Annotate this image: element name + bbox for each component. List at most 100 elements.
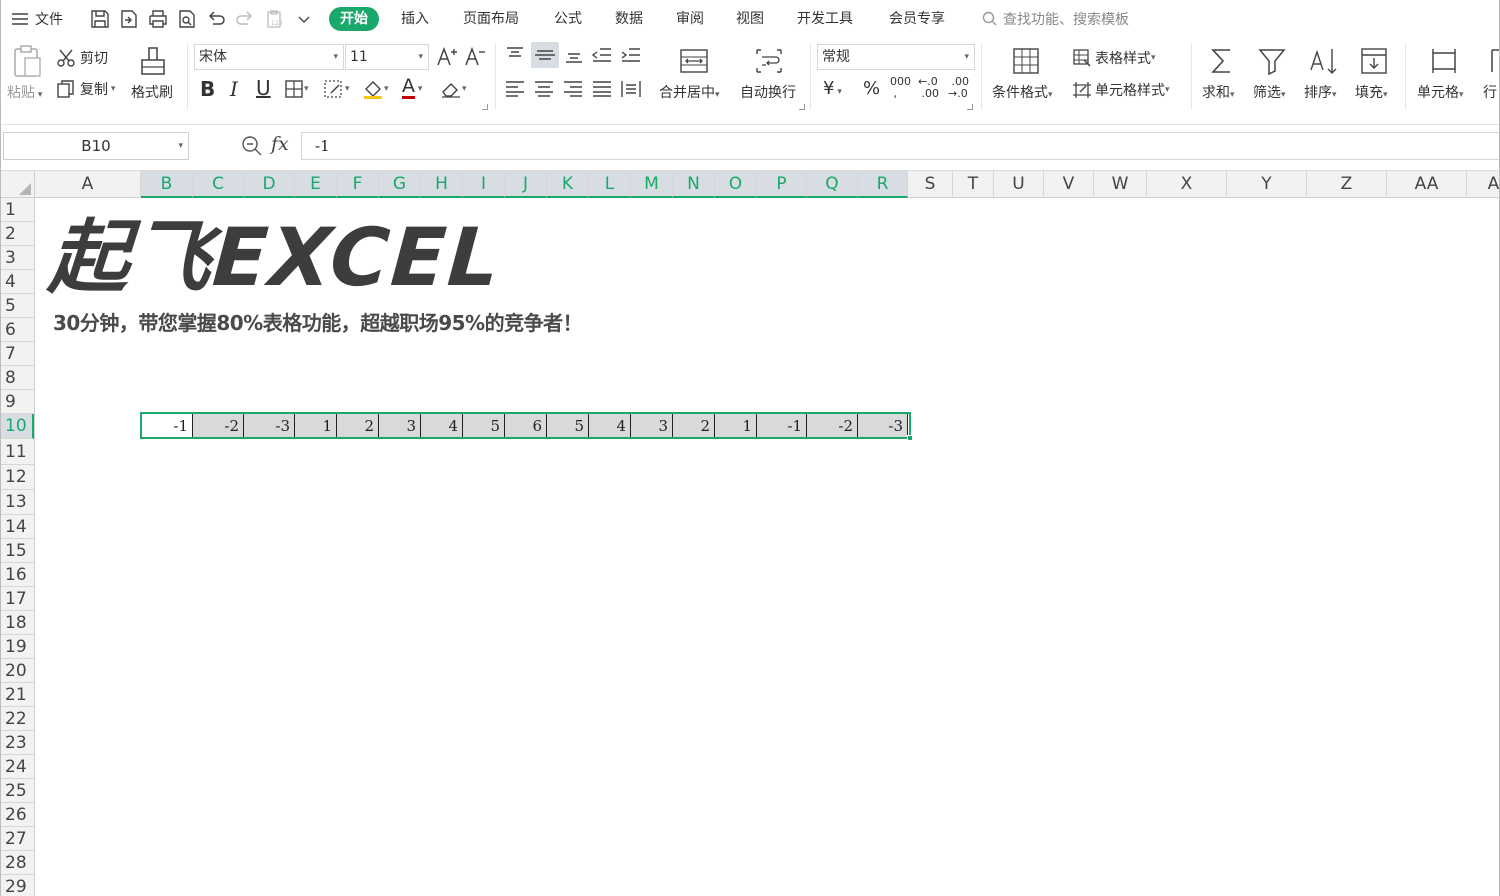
row-header-3[interactable]: 3	[1, 246, 34, 270]
cell-format-button[interactable]: 单元格▾	[1417, 82, 1464, 102]
zoom-icon[interactable]	[241, 135, 263, 157]
currency-button[interactable]: ¥ ▾	[823, 78, 842, 99]
cell-e10[interactable]: 1	[295, 414, 337, 438]
tab-formulas[interactable]: 公式	[554, 7, 582, 31]
column-header-x[interactable]: X	[1147, 171, 1227, 198]
name-box[interactable]: B10 ▾	[3, 132, 189, 160]
quick-access-dropdown-icon[interactable]	[293, 8, 315, 30]
increase-font-icon[interactable]	[436, 46, 458, 68]
column-header-a[interactable]: A	[35, 171, 141, 198]
column-header-i[interactable]: I	[463, 171, 505, 198]
row-header-20[interactable]: 20	[1, 659, 34, 683]
search-box[interactable]: 查找功能、搜索模板	[981, 0, 1129, 38]
number-dialog-launcher-icon[interactable]	[967, 104, 973, 110]
row-header-17[interactable]: 17	[1, 587, 34, 611]
column-header-f[interactable]: F	[337, 171, 379, 198]
decrease-decimal-icon[interactable]: .00 →.0	[948, 76, 969, 100]
column-header-h[interactable]: H	[421, 171, 463, 198]
copy-button[interactable]: 复制 ▾	[56, 79, 115, 99]
format-painter-icon[interactable]	[139, 44, 167, 78]
paste-button[interactable]	[11, 44, 43, 78]
font-color-button[interactable]: A ▾	[402, 76, 422, 99]
undo-icon[interactable]	[205, 8, 227, 30]
row-header-29[interactable]: 29	[1, 875, 34, 896]
tab-view[interactable]: 视图	[736, 7, 764, 31]
font-dialog-launcher-icon[interactable]	[482, 104, 488, 110]
align-left-icon[interactable]	[504, 80, 526, 98]
column-header-aa[interactable]: AA	[1387, 171, 1467, 198]
tab-member[interactable]: 会员专享	[889, 7, 945, 31]
column-header-e[interactable]: E	[295, 171, 337, 198]
row-header-23[interactable]: 23	[1, 731, 34, 755]
tab-home[interactable]: 开始	[329, 7, 379, 31]
row-header-7[interactable]: 7	[1, 342, 34, 366]
export-pdf-icon[interactable]	[118, 8, 140, 30]
row-header-6[interactable]: 6	[1, 318, 34, 342]
row-header-21[interactable]: 21	[1, 683, 34, 707]
column-header-c[interactable]: C	[193, 171, 244, 198]
column-header-m[interactable]: M	[631, 171, 673, 198]
row-header-8[interactable]: 8	[1, 366, 34, 390]
column-header-z[interactable]: Z	[1307, 171, 1387, 198]
cell-h10[interactable]: 4	[421, 414, 463, 438]
italic-button[interactable]: I	[230, 77, 238, 101]
align-right-icon[interactable]	[562, 80, 584, 98]
thousands-button[interactable]: 000 ,	[890, 76, 911, 100]
row-header-15[interactable]: 15	[1, 539, 34, 563]
align-middle-button[interactable]	[531, 42, 559, 68]
bold-button[interactable]: B	[200, 77, 215, 101]
column-header-k[interactable]: K	[547, 171, 589, 198]
paste-values-icon[interactable]: 123	[263, 8, 285, 30]
tab-insert[interactable]: 插入	[401, 7, 429, 31]
tab-page-layout[interactable]: 页面布局	[463, 7, 519, 31]
print-preview-icon[interactable]	[176, 8, 198, 30]
row-header-16[interactable]: 16	[1, 563, 34, 587]
formula-input[interactable]: -1	[301, 132, 1499, 160]
tab-data[interactable]: 数据	[615, 7, 643, 31]
tab-developer[interactable]: 开发工具	[797, 7, 853, 31]
column-header-s[interactable]: S	[908, 171, 953, 198]
column-header-j[interactable]: J	[505, 171, 547, 198]
decrease-indent-icon[interactable]	[591, 46, 613, 64]
decrease-font-icon[interactable]	[464, 46, 486, 68]
conditional-format-icon[interactable]	[1011, 46, 1041, 76]
cell-f10[interactable]: 2	[337, 414, 379, 438]
row-header-11[interactable]: 11	[1, 439, 34, 465]
number-format-select[interactable]: 常规 ▾	[817, 44, 975, 70]
filter-button[interactable]: 筛选▾	[1253, 82, 1286, 102]
row-header-9[interactable]: 9	[1, 390, 34, 414]
column-header-b[interactable]: B	[141, 171, 193, 198]
row-col-button[interactable]: 行	[1483, 82, 1497, 102]
column-header-t[interactable]: T	[953, 171, 994, 198]
column-header-a[interactable]: A	[1467, 171, 1499, 198]
row-header-13[interactable]: 13	[1, 490, 34, 515]
sum-icon[interactable]	[1208, 46, 1236, 76]
font-size-select[interactable]: 11 ▾	[345, 44, 429, 70]
cell-i10[interactable]: 5	[463, 414, 505, 438]
column-header-u[interactable]: U	[994, 171, 1044, 198]
fill-style-button[interactable]: ▾	[323, 79, 350, 99]
cell-c10[interactable]: -2	[193, 414, 244, 438]
row-header-14[interactable]: 14	[1, 515, 34, 539]
cell-k10[interactable]: 5	[547, 414, 589, 438]
row-header-5[interactable]: 5	[1, 294, 34, 318]
merge-center-button[interactable]: 合并居中▾	[659, 82, 720, 102]
cell-q10[interactable]: -2	[807, 414, 858, 438]
cell-d10[interactable]: -3	[244, 414, 295, 438]
row-header-22[interactable]: 22	[1, 707, 34, 731]
conditional-format-button[interactable]: 条件格式▾	[992, 82, 1053, 102]
cell-n10[interactable]: 2	[673, 414, 715, 438]
column-header-v[interactable]: V	[1044, 171, 1094, 198]
alignment-dialog-launcher-icon[interactable]	[799, 104, 805, 110]
table-style-button[interactable]: 表格样式 ▾	[1072, 48, 1156, 68]
row-header-4[interactable]: 4	[1, 270, 34, 294]
tab-review[interactable]: 审阅	[676, 7, 704, 31]
cell-l10[interactable]: 4	[589, 414, 631, 438]
underline-button[interactable]: U	[256, 76, 271, 100]
column-header-w[interactable]: W	[1094, 171, 1147, 198]
file-menu[interactable]: 文件	[11, 0, 63, 38]
sort-icon[interactable]	[1308, 46, 1340, 76]
percent-button[interactable]: %	[863, 78, 880, 99]
font-name-select[interactable]: 宋体 ▾	[194, 44, 344, 70]
borders-button[interactable]: ▾	[284, 79, 309, 99]
